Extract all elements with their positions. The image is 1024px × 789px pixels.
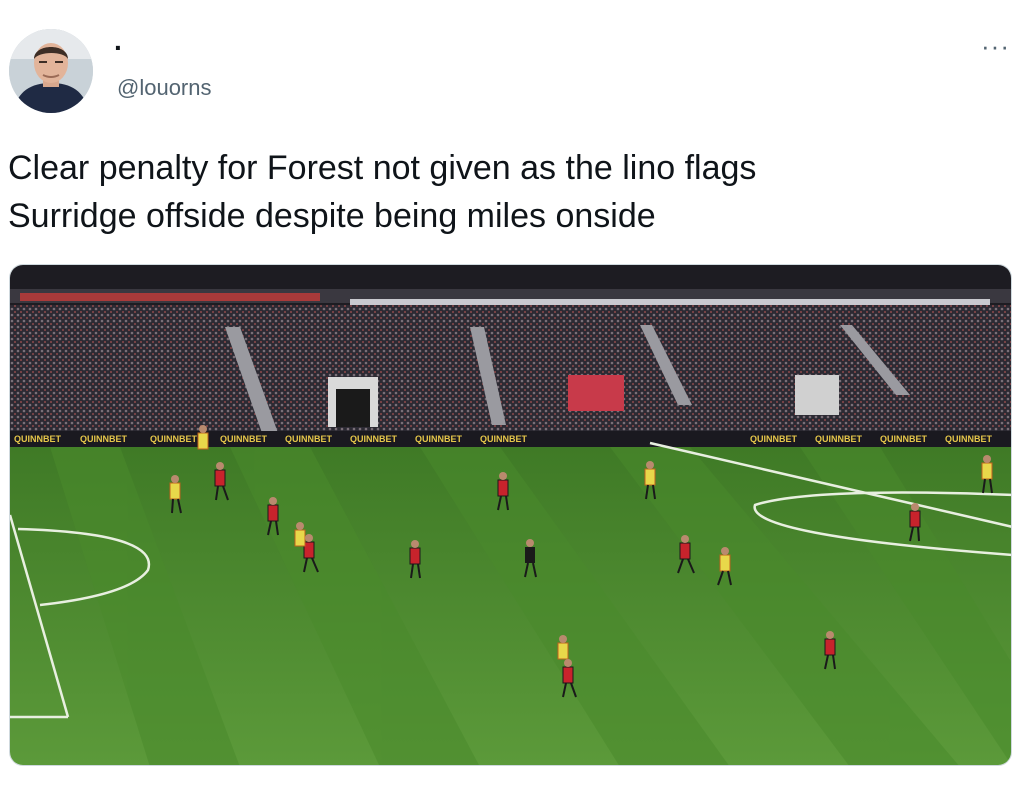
svg-text:QUINNBET: QUINNBET [480,434,528,444]
football-match-photo: QUINNBET QUINNBET QUINNBET QUINNBET QUIN… [10,265,1011,765]
svg-text:QUINNBET: QUINNBET [14,434,62,444]
display-name[interactable]: · [114,28,123,68]
svg-text:QUINNBET: QUINNBET [150,434,198,444]
svg-text:QUINNBET: QUINNBET [285,434,333,444]
svg-text:QUINNBET: QUINNBET [415,434,463,444]
svg-text:QUINNBET: QUINNBET [815,434,863,444]
svg-text:QUINNBET: QUINNBET [80,434,128,444]
svg-text:QUINNBET: QUINNBET [880,434,928,444]
svg-text:QUINNBET: QUINNBET [350,434,398,444]
tweet-media-image[interactable]: QUINNBET QUINNBET QUINNBET QUINNBET QUIN… [9,264,1012,766]
user-handle[interactable]: @louorns [117,74,212,102]
svg-text:QUINNBET: QUINNBET [945,434,993,444]
tweet-text-line: Clear penalty for Forest not given as th… [8,149,757,187]
more-options-icon[interactable]: ··· [981,33,1010,59]
avatar[interactable] [9,29,93,113]
svg-text:QUINNBET: QUINNBET [750,434,798,444]
svg-text:QUINNBET: QUINNBET [220,434,268,444]
tweet-text-line: Surridge offside despite being miles ons… [8,197,656,235]
tweet-text: Clear penalty for Forest not given as th… [8,144,1008,240]
